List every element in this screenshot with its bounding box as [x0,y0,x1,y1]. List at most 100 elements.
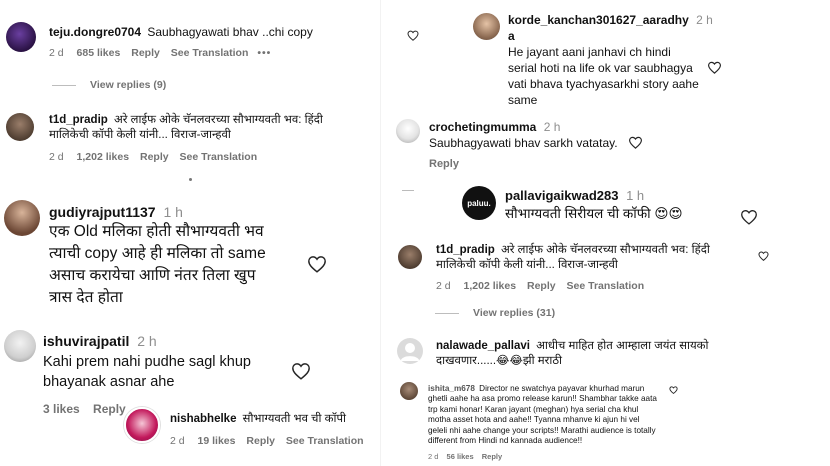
comment-line: bhayanak asnar ahe [43,374,175,390]
timestamp: 2 d [49,47,64,59]
more-options-icon[interactable]: ••• [257,47,271,59]
username[interactable]: nalawade_pallavi [436,340,530,352]
reply-button[interactable]: Reply [527,280,556,292]
reply-pallavigaikwad: pallavigaikwad283 1 h [505,188,644,203]
comment-line: Kahi prem nahi pudhe sagl khup [43,354,251,370]
heart-icon[interactable] [307,255,327,273]
see-translation-button[interactable]: See Translation [567,280,645,292]
reply-crochetingmumma: crochetingmumma 2 h [429,120,560,134]
comment-meta: 2 d 685 likes Reply See Translation ••• [49,47,271,59]
comment-line: different from Hindi nd kannada audience… [428,436,583,446]
heart-icon[interactable] [628,136,643,149]
avatar[interactable] [4,200,40,236]
username[interactable]: pallavigaikwad283 [505,188,618,203]
comment-text: सौभाग्यवती भव ची कॉपी [242,413,346,425]
like-count[interactable]: 19 likes [198,435,236,447]
reply-t1d-pradip: t1d_pradip अरे लाईफ ओके चॅनलवरच्या सौभाग… [436,242,710,257]
heart-icon[interactable] [758,251,769,261]
timestamp: 2 h [137,333,157,349]
comment-text-line1: अरे लाईफ ओके चॅनलवरच्या सौभाग्यवती भव: ह… [501,244,710,256]
comment-meta: 2 d 56 likes Reply [428,452,502,461]
comment-line: He jayant aani janhavi ch hindi [508,45,671,59]
timestamp: 1 h [626,188,645,203]
comment-nishabhelke: nishabhelke सौभाग्यवती भव ची कॉपी [170,411,350,426]
see-translation-button[interactable]: See Translation [180,151,258,163]
comment-text: He jayant aani janhavi ch hindi serial h… [508,44,699,108]
timestamp: 2 d [170,435,185,447]
username[interactable]: teju.dongre0704 [49,25,141,39]
comment-text: Kahi prem nahi pudhe sagl khup bhayanak … [43,352,251,392]
reply-button[interactable]: Reply [93,402,126,416]
timestamp: 2 d [428,452,439,461]
username[interactable]: ishuvirajpatil [43,333,129,349]
comment-text-line1: आधीच माहित होत आम्हाला जयंत सायको [536,340,709,352]
comment-line: एक Old मलिका होती सौभाग्यवती भव [49,223,264,240]
reply-nalawade: nalawade_pallavi आधीच माहित होत आम्हाला … [436,338,708,353]
username[interactable]: t1d_pradip [49,114,108,126]
view-replies-button[interactable]: View replies (31) [435,307,555,319]
timestamp: 2 h [696,13,713,27]
timestamp: 2 d [49,151,64,163]
avatar[interactable] [473,13,500,40]
username[interactable]: crochetingmumma [429,120,536,134]
heart-icon[interactable] [407,30,419,41]
comment-text-line2: मालिकेची कॉपी केली यांनी... विराज-जान्हव… [49,129,231,141]
view-replies-button[interactable]: View replies (9) [52,79,166,91]
avatar[interactable] [6,22,36,52]
username[interactable]: ishita_m678 [428,384,475,393]
heart-icon[interactable] [740,209,758,225]
default-avatar-icon [400,343,420,361]
heart-icon[interactable] [291,362,311,380]
username[interactable]: gudiyrajput1137 [49,204,156,220]
see-translation-button[interactable]: See Translation [171,47,249,59]
comment-meta: 2 d 1,202 likes Reply See Translation [436,280,644,292]
avatar-text: paluu. [467,198,491,208]
like-count[interactable]: 56 likes [447,452,474,461]
username[interactable]: t1d_pradip [436,244,495,256]
heart-icon[interactable] [707,61,722,74]
comment-line: त्रास देत होता [49,289,123,306]
avatar[interactable] [398,245,422,269]
avatar[interactable] [400,382,418,400]
heart-icon[interactable] [669,386,678,394]
comment-line: vati bhava tyachyasarkhi story aahe [508,77,699,91]
comment-meta: 2 d 1,202 likes Reply See Translation [49,151,257,163]
avatar[interactable]: paluu. [462,186,496,220]
avatar[interactable] [124,407,160,443]
username[interactable]: nishabhelke [170,413,236,425]
reply-button[interactable]: Reply [482,452,502,461]
avatar[interactable] [397,338,423,364]
avatar[interactable] [6,113,34,141]
reply-button[interactable]: Reply [140,151,169,163]
comment-text-line1: अरे लाईफ ओके चॅनलवरच्या सौभाग्यवती भव: ह… [114,114,323,126]
comment-text: एक Old मलिका होती सौभाग्यवती भव त्याची c… [49,221,266,309]
avatar[interactable] [4,330,36,362]
comment-line: serial hoti na life ok var saubhagya [508,61,693,75]
username[interactable]: korde_kanchan301627_aaradhy [508,13,689,27]
comment-line: ghetli aahe ha asa promo release karun!!… [428,394,657,404]
comment-t1d-pradip: t1d_pradip अरे लाईफ ओके चॅनलवरच्या सौभाग… [49,112,323,127]
like-count[interactable]: 1,202 likes [77,151,130,163]
reply-button[interactable]: Reply [246,435,275,447]
comment-teju: teju.dongre0704 Saubhagyawati bhav ..chi… [49,25,313,39]
timestamp: 2 h [543,120,561,134]
comment-line: trp kami honar! Karan jayant (meghan) hy… [428,404,639,414]
column-divider [380,0,381,466]
comment-line: motha asset hota and aahe!! Tyanna mhanv… [428,415,640,425]
comment-text: Saubhagyawati bhav sarkh vatatay. [429,136,618,150]
like-count[interactable]: 1,202 likes [464,280,517,292]
comment-text-line2: दाखवणार......😂😂झी मराठी [436,355,563,367]
comment-meta: 2 d 19 likes Reply See Translation [170,435,364,447]
like-count[interactable]: 3 likes [43,402,80,416]
comment-line: same [508,93,538,107]
avatar[interactable] [396,119,420,143]
like-count[interactable]: 685 likes [77,47,121,59]
reply-button[interactable]: Reply [429,158,459,170]
replies-line [435,312,459,314]
reply-button[interactable]: Reply [131,47,160,59]
comment-line: त्याची copy आहे ही मलिका तो same [49,245,266,262]
reply-ishita: ishita_m678 Director ne swatchya payavar… [428,384,657,446]
comment-text: सौभाग्यवती सिरीयल ची कॉफी 😍😍 [505,206,683,221]
see-translation-button[interactable]: See Translation [286,435,364,447]
comment-line: geleli nhi aahe change your scripts!! Ma… [428,425,656,435]
